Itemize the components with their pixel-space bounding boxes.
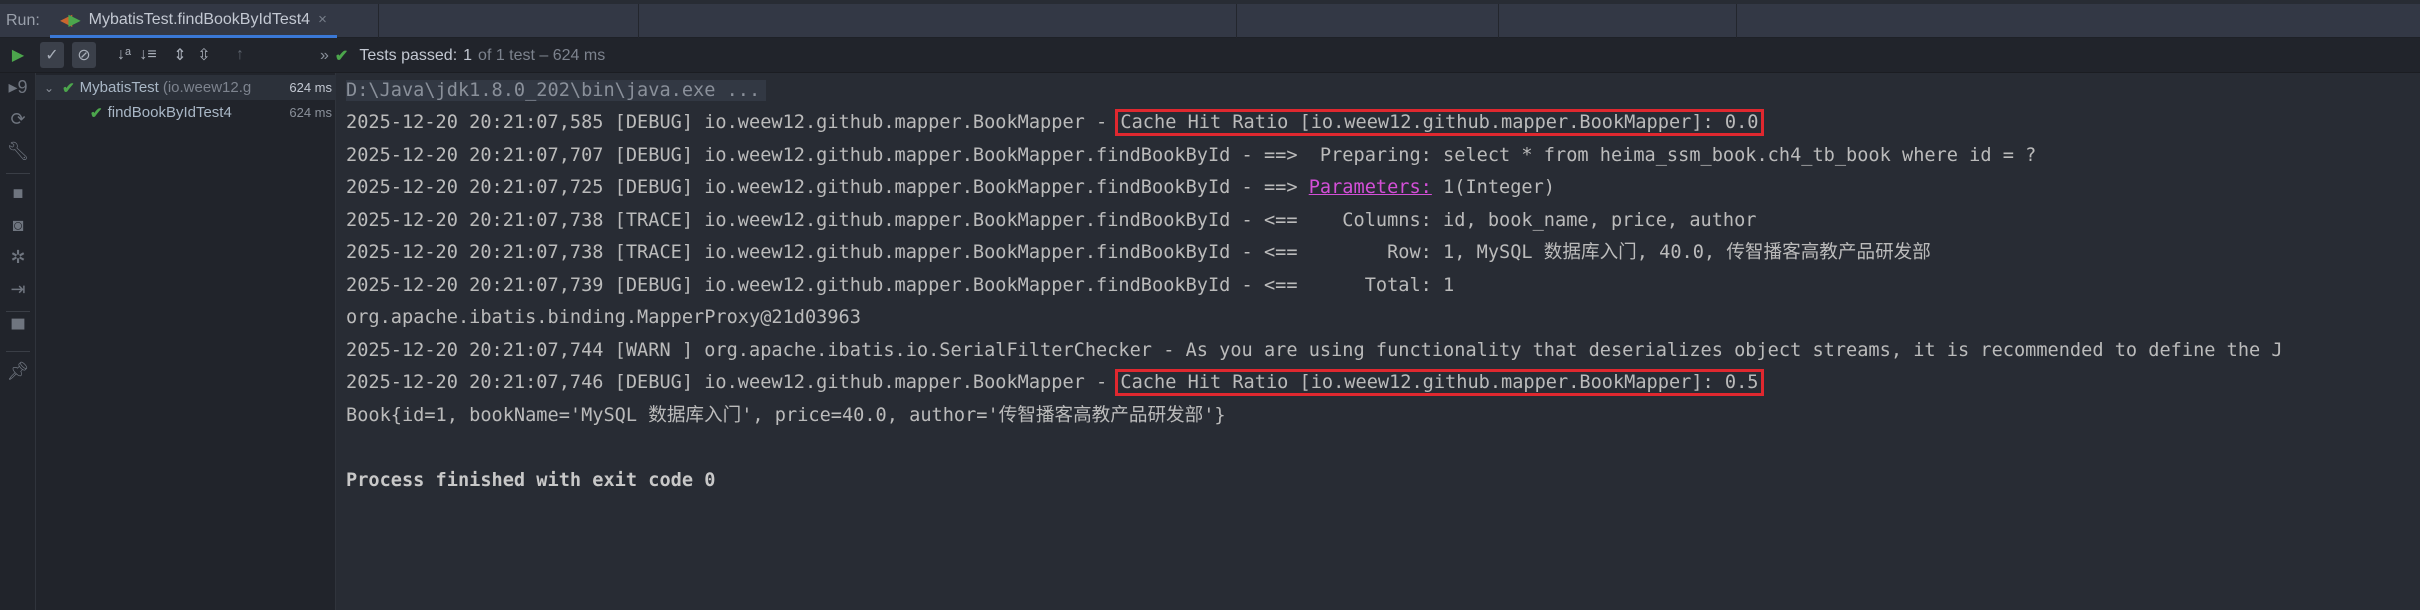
passed-check-icon: ✔	[62, 79, 75, 97]
log-line: 2025-12-20 20:21:07,738 [TRACE] io.weew1…	[346, 242, 1931, 263]
sort-duration-icon[interactable]: ↓≡	[136, 42, 160, 68]
show-passed-toggle[interactable]: ✓	[40, 42, 64, 68]
tab-title: MybatisTest.findBookByIdTest4	[88, 10, 311, 28]
log-line: 2025-12-20 20:21:07,585 [DEBUG] io.weew1…	[346, 109, 1764, 136]
command-line[interactable]: D:\Java\jdk1.8.0_202\bin\java.exe ...	[346, 80, 767, 101]
exit-message: Process finished with exit code 0	[346, 470, 716, 491]
log-line: 2025-12-20 20:21:07,707 [DEBUG] io.weew1…	[346, 145, 2037, 166]
sort-alpha-icon[interactable]: ↓ᵃ	[112, 42, 136, 68]
debug-icon[interactable]: ✲	[6, 247, 30, 271]
rerun-failed-icon[interactable]: ▸9	[6, 77, 30, 101]
test-tree: ⌄ ✔ MybatisTest (io.weew12.g 624 ms ✔ fi…	[36, 73, 336, 610]
parameters-link[interactable]: Parameters:	[1309, 177, 1432, 198]
close-tab-icon[interactable]: ×	[318, 11, 327, 28]
log-line: 2025-12-20 20:21:07,744 [WARN ] org.apac…	[346, 340, 2283, 361]
show-ignored-toggle[interactable]: ⊘	[72, 42, 96, 68]
camera-icon[interactable]: ◙	[6, 215, 30, 239]
log-line: 2025-12-20 20:21:07,746 [DEBUG] io.weew1…	[346, 369, 1764, 396]
log-line: Book{id=1, bookName='MySQL 数据库入门', price…	[346, 405, 1226, 426]
status-count: 1	[463, 47, 473, 64]
log-line: org.apache.ibatis.binding.MapperProxy@21…	[346, 307, 861, 328]
passed-check-icon: ✔	[334, 48, 349, 65]
highlight-cache-hit-ratio: Cache Hit Ratio [io.weew12.github.mapper…	[1115, 109, 1764, 136]
console-output[interactable]: D:\Java\jdk1.8.0_202\bin\java.exe ... 20…	[336, 73, 2420, 610]
suite-duration: 624 ms	[289, 80, 332, 95]
log-line: 2025-12-20 20:21:07,725 [DEBUG] io.weew1…	[346, 177, 1555, 198]
highlight-cache-hit-ratio: Cache Hit Ratio [io.weew12.github.mapper…	[1115, 369, 1764, 396]
stop-icon[interactable]: ■	[6, 183, 30, 207]
side-toolbar: ▸9 ⟳ 🔧︎ ■ ◙ ✲ ⇥ ▀ 📌︎	[0, 73, 36, 610]
previous-failed-icon[interactable]: ↑	[228, 42, 252, 68]
tab-run-config[interactable]: ◀▶ MybatisTest.findBookByIdTest4 ×	[50, 4, 337, 38]
tree-item-test[interactable]: ✔ findBookByIdTest4 624 ms	[36, 100, 336, 125]
suite-package: (io.weew12.g	[162, 79, 252, 96]
rerun-icon[interactable]: ▶	[6, 42, 30, 68]
toggle-auto-test-icon[interactable]: ⟳	[6, 109, 30, 133]
suite-name: MybatisTest	[79, 79, 159, 96]
test-status: » ✔ Tests passed: 1 of 1 test – 624 ms	[320, 46, 605, 66]
tree-item-suite[interactable]: ⌄ ✔ MybatisTest (io.weew12.g 624 ms	[36, 75, 336, 100]
test-name: findBookByIdTest4	[107, 104, 232, 121]
passed-check-icon: ✔	[90, 104, 103, 122]
test-toolbar: ▶ ✓ ⊘ ↓ᵃ ↓≡ ⇕ ⇳ ↑ » ✔ Tests passed: 1 of…	[0, 38, 2420, 73]
layout-icon[interactable]: ▀	[6, 319, 30, 343]
expand-all-icon[interactable]: ⇕	[168, 42, 192, 68]
run-tool-header: Run: ◀▶ MybatisTest.findBookByIdTest4 ×	[0, 4, 2420, 38]
test-config-icon: ◀▶	[60, 11, 81, 29]
log-line: 2025-12-20 20:21:07,738 [TRACE] io.weew1…	[346, 210, 1757, 231]
status-label: Tests passed:	[359, 47, 458, 64]
test-duration: 624 ms	[289, 105, 332, 120]
chevron-down-icon[interactable]: ⌄	[44, 81, 54, 95]
collapse-all-icon[interactable]: ⇳	[192, 42, 216, 68]
run-label: Run:	[6, 12, 40, 29]
wrench-icon[interactable]: 🔧︎	[6, 141, 30, 165]
status-detail: of 1 test – 624 ms	[478, 47, 606, 64]
log-line: 2025-12-20 20:21:07,739 [DEBUG] io.weew1…	[346, 275, 1455, 296]
pin-icon[interactable]: 📌︎	[6, 361, 30, 385]
import-icon[interactable]: ⇥	[6, 279, 30, 303]
more-icon[interactable]: »	[320, 47, 329, 65]
